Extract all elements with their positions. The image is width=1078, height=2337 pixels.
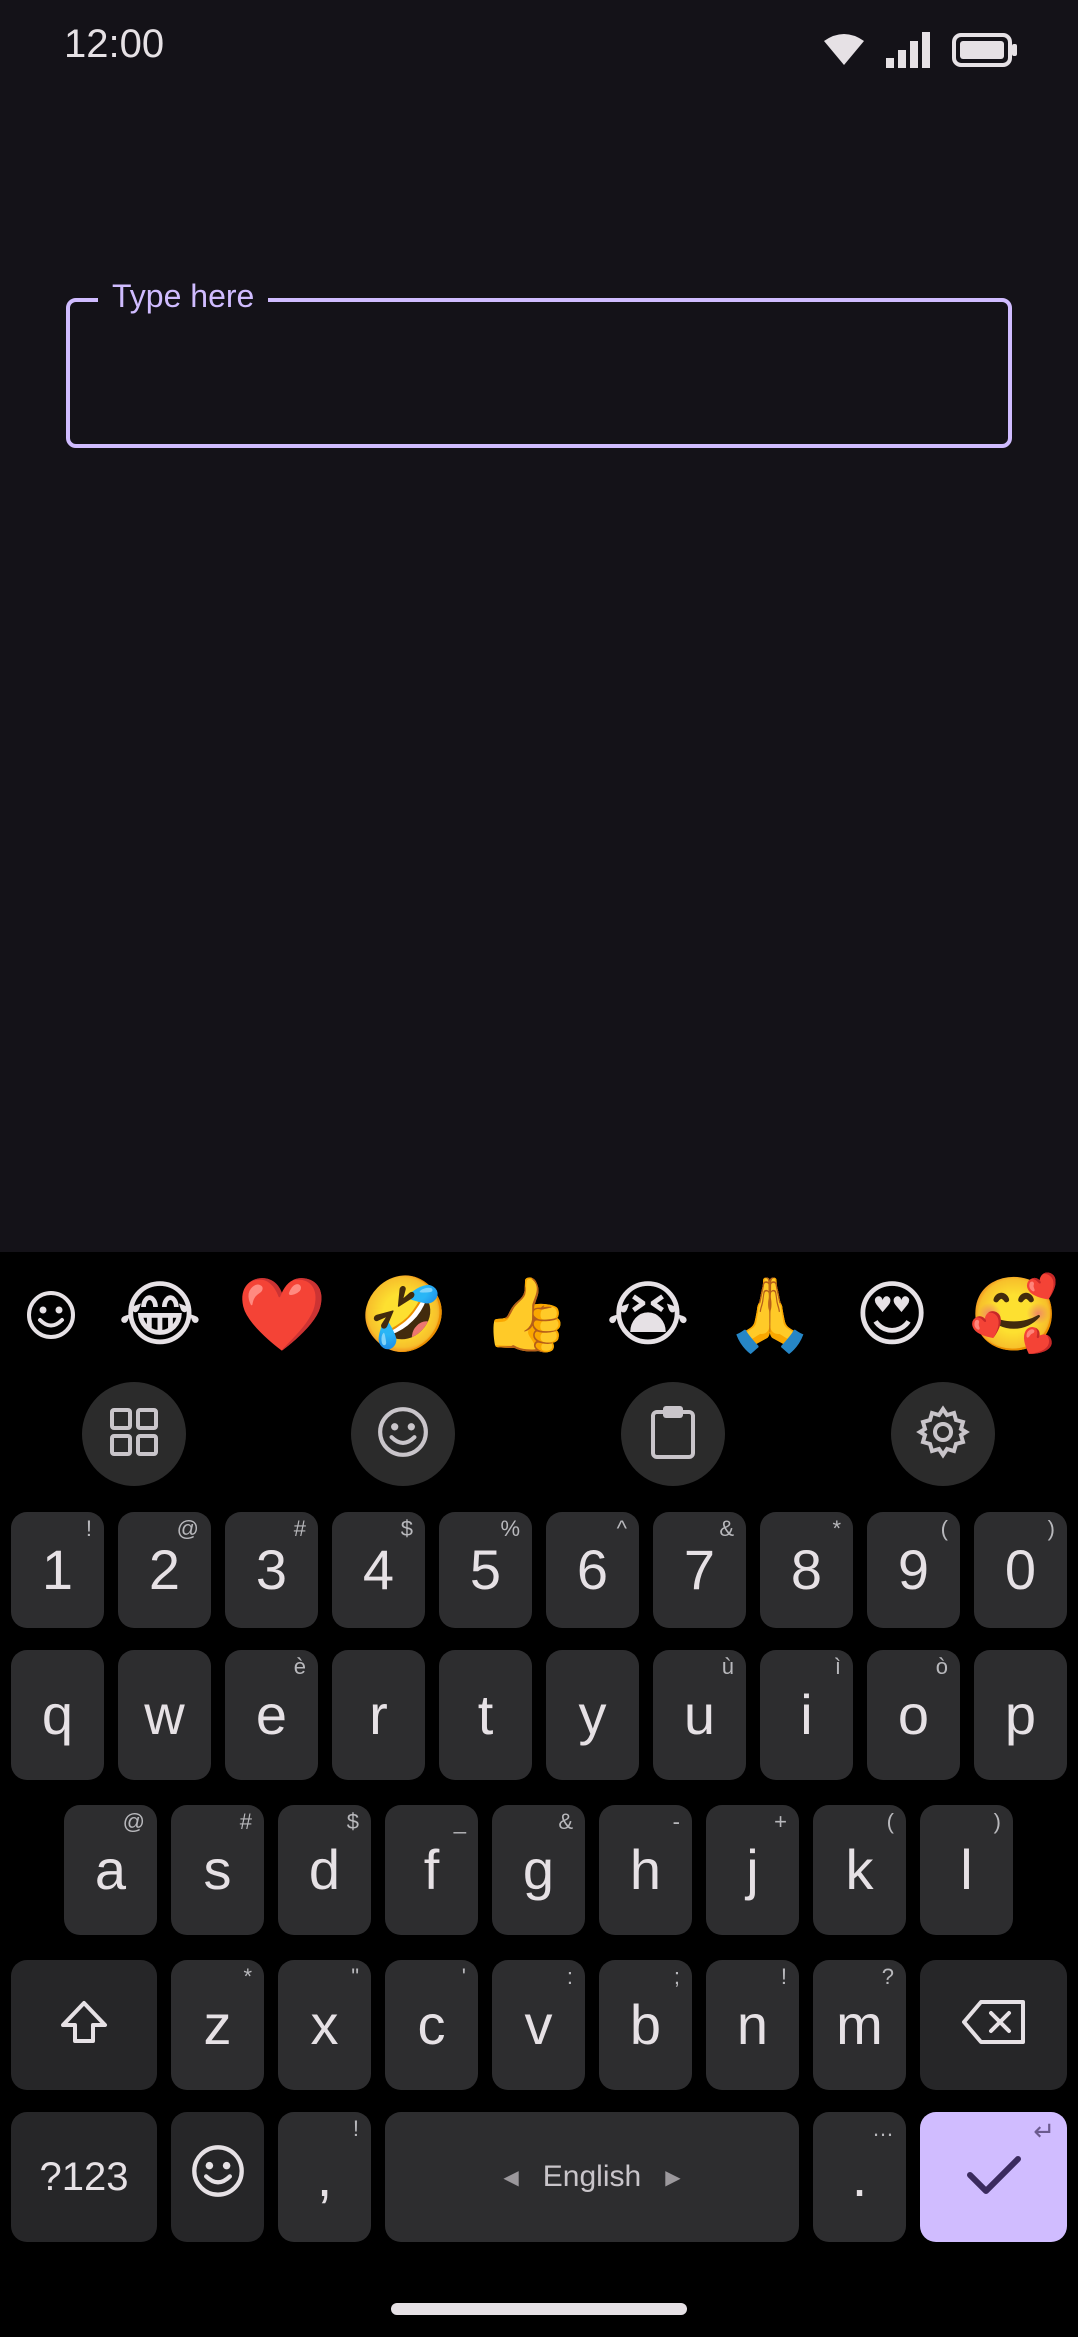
key-6[interactable]: 6 ^ [546, 1512, 639, 1628]
key-p[interactable]: p [974, 1650, 1067, 1780]
settings-button[interactable] [891, 1382, 995, 1486]
key-j[interactable]: j + [706, 1805, 799, 1935]
key-i[interactable]: iì [760, 1650, 853, 1780]
symbols-key[interactable]: ?123 [11, 2112, 157, 2242]
wifi-icon [824, 33, 864, 67]
right-arrow-icon: ▶ [665, 2166, 681, 2189]
emoji-button[interactable] [351, 1382, 455, 1486]
key-l[interactable]: l) [920, 1805, 1013, 1935]
period-key[interactable]: .… [813, 2112, 906, 2242]
home-indicator[interactable] [391, 2303, 687, 2315]
key-8[interactable]: 8 * [760, 1512, 853, 1628]
key-f[interactable]: f _ [385, 1805, 478, 1935]
key-0[interactable]: 0) [974, 1512, 1067, 1628]
key-x[interactable]: x " [278, 1960, 371, 2090]
key-q[interactable]: q [11, 1650, 104, 1780]
key-k[interactable]: k( [813, 1805, 906, 1935]
enter-key[interactable]: ↵ [920, 2112, 1067, 2242]
key-e[interactable]: eè [225, 1650, 318, 1780]
emoji-suggestion[interactable]: 🤣 [354, 1262, 454, 1368]
key-a[interactable]: a @ [64, 1805, 157, 1935]
left-arrow-icon: ◀ [503, 2166, 519, 2189]
space-language-label: English [542, 2160, 642, 2193]
status-bar: 12:00 [0, 0, 1078, 96]
status-time: 12:00 [64, 22, 165, 66]
emoji-suggestion[interactable]: ❤️ [232, 1262, 332, 1368]
shift-arrow-icon [59, 1993, 109, 2058]
checkmark-icon [966, 2145, 1022, 2210]
emoji-smile-icon[interactable] [16, 1262, 86, 1368]
clipboard-icon [649, 1404, 697, 1465]
backspace-icon [961, 1993, 1027, 2058]
clipboard-button[interactable] [621, 1382, 725, 1486]
key-v[interactable]: v: [492, 1960, 585, 2090]
comma-key[interactable]: ,! [278, 2112, 371, 2242]
settings-gear-icon [916, 1404, 970, 1464]
cellular-signal-icon [886, 32, 930, 68]
key-7[interactable]: 7 & [653, 1512, 746, 1628]
apps-grid-icon [109, 1407, 159, 1462]
emoji-suggestion[interactable]: 😂 [110, 1262, 210, 1368]
key-w[interactable]: w [118, 1650, 211, 1780]
key-o[interactable]: oò [867, 1650, 960, 1780]
key-3[interactable]: 3 # [225, 1512, 318, 1628]
key-c[interactable]: c ' [385, 1960, 478, 2090]
text-field-label: Type here [98, 276, 269, 316]
key-d[interactable]: d $ [278, 1805, 371, 1935]
key-z[interactable]: z * [171, 1960, 264, 2090]
emoji-suggestion[interactable]: 👍 [476, 1262, 576, 1368]
key-y[interactable]: y [546, 1650, 639, 1780]
key-5[interactable]: 5% [439, 1512, 532, 1628]
key-b[interactable]: b; [599, 1960, 692, 2090]
key-n[interactable]: n! [706, 1960, 799, 2090]
battery-icon [952, 33, 1018, 67]
key-9[interactable]: 9( [867, 1512, 960, 1628]
emoji-suggestion[interactable]: 🙏 [720, 1262, 820, 1368]
key-s[interactable]: s # [171, 1805, 264, 1935]
key-h[interactable]: h- [599, 1805, 692, 1935]
apps-grid-button[interactable] [82, 1382, 186, 1486]
key-2[interactable]: 2 @ [118, 1512, 211, 1628]
key-1[interactable]: 1! [11, 1512, 104, 1628]
shift-key[interactable] [11, 1960, 157, 2090]
emoji-icon [376, 1405, 430, 1464]
key-r[interactable]: r [332, 1650, 425, 1780]
status-icons [824, 28, 1018, 72]
key-m[interactable]: m? [813, 1960, 906, 2090]
key-g[interactable]: g & [492, 1805, 585, 1935]
emoji-suggestion[interactable]: 😍 [842, 1262, 942, 1368]
key-4[interactable]: 4 $ [332, 1512, 425, 1628]
soft-keyboard: 😂 ❤️ 🤣 👍 😭 🙏 😍 🥰 1 ! 2 @ 3 # 4 $ 5 % 6 ^… [0, 1252, 1078, 2337]
emoji-suggestion-row: 😂 ❤️ 🤣 👍 😭 🙏 😍 🥰 [0, 1252, 1078, 1378]
emoji-key[interactable] [171, 2112, 264, 2242]
key-t[interactable]: t [439, 1650, 532, 1780]
emoji-suggestion[interactable]: 😭 [598, 1262, 698, 1368]
space-key[interactable]: ◀ English ▶ [385, 2112, 799, 2242]
emoji-key-icon [190, 2143, 246, 2212]
text-input[interactable] [90, 330, 994, 422]
emoji-suggestion[interactable]: 🥰 [964, 1262, 1064, 1368]
backspace-key[interactable] [920, 1960, 1067, 2090]
key-u[interactable]: uù [653, 1650, 746, 1780]
